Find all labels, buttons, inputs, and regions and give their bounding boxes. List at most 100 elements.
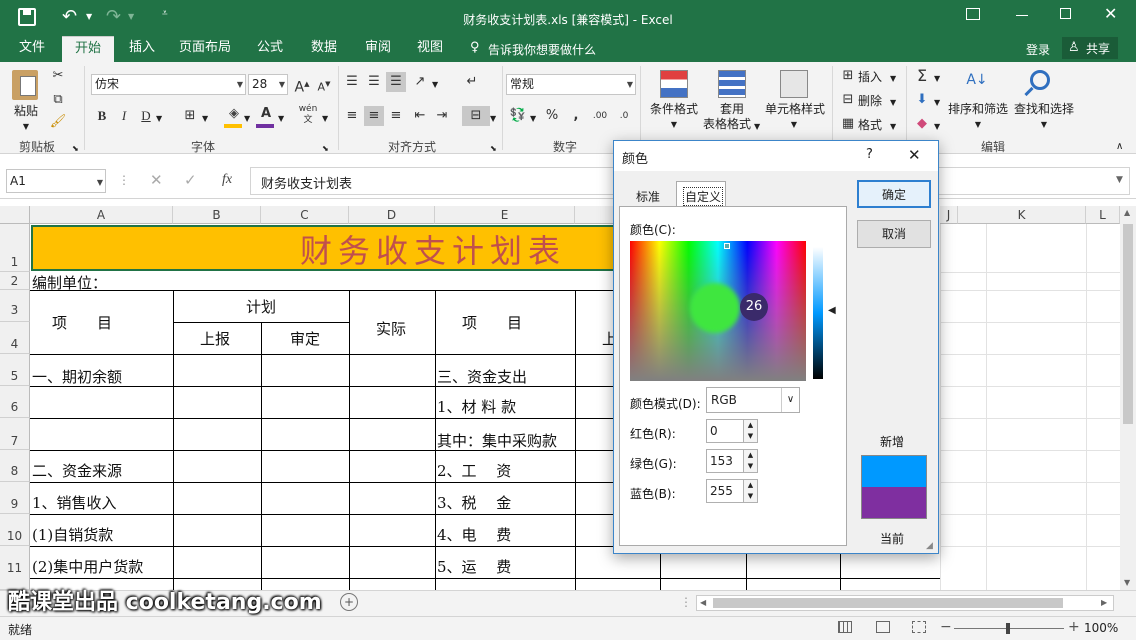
- red-down-icon[interactable]: ▼: [743, 431, 757, 442]
- find-dropdown-icon[interactable]: ▼: [1036, 118, 1052, 132]
- paste-icon[interactable]: [12, 70, 38, 100]
- percent-button[interactable]: %: [542, 106, 562, 126]
- cell-e11[interactable]: 5、运 费: [437, 556, 511, 577]
- cell-e8[interactable]: 2、工 资: [437, 460, 511, 481]
- row-header-7[interactable]: 7: [0, 418, 30, 450]
- maximize-icon[interactable]: [1060, 8, 1071, 19]
- insert-function-icon[interactable]: fx: [222, 172, 232, 188]
- green-down-icon[interactable]: ▼: [743, 461, 757, 472]
- row-header-10[interactable]: 10: [0, 514, 30, 546]
- italic-button[interactable]: I: [114, 106, 134, 126]
- shrink-font-icon[interactable]: A▼: [314, 74, 334, 94]
- format-cells-button[interactable]: 格式: [858, 118, 882, 132]
- tab-data[interactable]: 数据: [302, 36, 346, 62]
- red-up-icon[interactable]: ▲: [743, 420, 757, 431]
- table-format-dropdown-icon[interactable]: ▼: [754, 120, 760, 134]
- scroll-thumb[interactable]: [1123, 224, 1133, 424]
- column-header-b[interactable]: B: [173, 206, 261, 224]
- header-plan[interactable]: 计划: [246, 296, 276, 317]
- font-launcher-icon[interactable]: ⬊: [322, 142, 329, 156]
- green-input[interactable]: 153 ▲ ▼: [706, 449, 758, 473]
- cell-e6[interactable]: 1、材 料 款: [437, 396, 516, 417]
- zoom-slider[interactable]: [954, 623, 1064, 634]
- delete-dropdown-icon[interactable]: ▼: [890, 96, 896, 110]
- insert-dropdown-icon[interactable]: ▼: [890, 72, 896, 86]
- resize-grip-icon[interactable]: ◢: [926, 541, 933, 551]
- tab-home[interactable]: 开始: [62, 36, 114, 62]
- column-header-a[interactable]: A: [30, 206, 173, 224]
- tab-custom[interactable]: 自定义: [676, 181, 726, 207]
- cell-a9[interactable]: 1、销售收入: [32, 492, 117, 513]
- font-name-select[interactable]: 仿宋 ▼: [91, 74, 246, 95]
- luminance-bar[interactable]: [813, 247, 823, 379]
- paste-button[interactable]: 粘贴: [12, 104, 40, 118]
- underline-button[interactable]: D: [136, 106, 156, 126]
- share-button[interactable]: ♙ 共享: [1062, 37, 1118, 59]
- tell-me-box[interactable]: 告诉我你想要做什么: [488, 41, 596, 58]
- cond-format-dropdown-icon[interactable]: ▼: [666, 118, 682, 132]
- confirm-entry-icon[interactable]: ✓: [184, 171, 197, 189]
- luminance-arrow-icon[interactable]: ◀: [828, 305, 836, 316]
- tab-file[interactable]: 文件: [10, 36, 54, 62]
- cell-e7[interactable]: 其中：集中采购款: [437, 430, 557, 451]
- ribbon-display-icon[interactable]: [966, 8, 980, 20]
- row-header-4[interactable]: 4: [0, 322, 30, 354]
- align-bottom-icon[interactable]: ☰: [386, 72, 406, 92]
- page-layout-view-icon[interactable]: [876, 621, 890, 633]
- row-header-2[interactable]: 2: [0, 272, 30, 290]
- zoom-in-icon[interactable]: +: [1068, 619, 1080, 635]
- merge-center-icon[interactable]: ⊟: [462, 106, 490, 126]
- delete-cells-icon[interactable]: ⊟: [838, 90, 858, 110]
- phonetic-dropdown-icon[interactable]: ▼: [322, 112, 328, 126]
- tab-view[interactable]: 视图: [408, 36, 452, 62]
- column-header-k[interactable]: K: [958, 206, 1086, 224]
- help-button[interactable]: ?: [866, 147, 873, 162]
- cell-a10[interactable]: (1)自销货款: [32, 524, 113, 545]
- orientation-icon[interactable]: ↗: [410, 72, 430, 92]
- row-header-8[interactable]: 8: [0, 450, 30, 482]
- collapse-ribbon-icon[interactable]: ∧: [1116, 140, 1123, 154]
- table-format-line1[interactable]: 套用: [710, 102, 754, 116]
- row-header-3[interactable]: 3: [0, 290, 30, 322]
- fill-color-icon[interactable]: ◈: [224, 104, 244, 124]
- cancel-entry-icon[interactable]: ✕: [150, 171, 163, 189]
- paste-dropdown-icon[interactable]: ▼: [18, 120, 34, 134]
- cell-a11[interactable]: (2)集中用户货款: [32, 556, 143, 577]
- tab-page-layout[interactable]: 页面布局: [172, 36, 238, 62]
- align-middle-icon[interactable]: ☰: [364, 72, 384, 92]
- insert-cells-button[interactable]: 插入: [858, 70, 882, 84]
- cell-style-dropdown-icon[interactable]: ▼: [786, 118, 802, 132]
- autosum-icon[interactable]: Σ: [912, 66, 932, 86]
- tab-insert[interactable]: 插入: [120, 36, 164, 62]
- orientation-dropdown-icon[interactable]: ▼: [432, 78, 438, 92]
- cell-a5[interactable]: 一、期初余额: [32, 366, 122, 387]
- align-top-icon[interactable]: ☰: [342, 72, 362, 92]
- decrease-decimal-icon[interactable]: .0: [614, 106, 634, 126]
- scroll-left-icon[interactable]: ◀: [700, 598, 706, 607]
- align-right-icon[interactable]: ≡: [386, 106, 406, 126]
- grow-font-icon[interactable]: A▲: [292, 74, 312, 96]
- wrap-text-icon[interactable]: ↵: [462, 72, 482, 92]
- column-header-e[interactable]: E: [435, 206, 575, 224]
- header-approved[interactable]: 审定: [290, 328, 320, 349]
- conditional-format-button[interactable]: 条件格式: [646, 102, 702, 116]
- sort-dropdown-icon[interactable]: ▼: [970, 118, 986, 132]
- cell-e5[interactable]: 三、资金支出: [437, 366, 527, 387]
- h-scroll-thumb[interactable]: [713, 598, 1063, 608]
- row-header-6[interactable]: 6: [0, 386, 30, 418]
- fill-down-icon[interactable]: ⬇: [912, 90, 932, 110]
- align-left-icon[interactable]: ≡: [342, 106, 362, 126]
- number-format-select[interactable]: 常规 ▼: [506, 74, 636, 95]
- column-header-d[interactable]: D: [349, 206, 435, 224]
- currency-dropdown-icon[interactable]: ▼: [530, 112, 536, 126]
- column-header-j[interactable]: J: [940, 206, 958, 224]
- autosum-dropdown-icon[interactable]: ▼: [934, 72, 940, 86]
- minimize-icon[interactable]: [1016, 15, 1028, 16]
- header-reported[interactable]: 上报: [200, 328, 230, 349]
- color-mode-select[interactable]: RGB ∨: [706, 387, 800, 413]
- tab-formulas[interactable]: 公式: [248, 36, 292, 62]
- row-header-9[interactable]: 9: [0, 482, 30, 514]
- sort-filter-button[interactable]: 排序和筛选: [946, 102, 1010, 116]
- row-header-5[interactable]: 5: [0, 354, 30, 386]
- close-icon[interactable]: ✕: [1104, 4, 1117, 23]
